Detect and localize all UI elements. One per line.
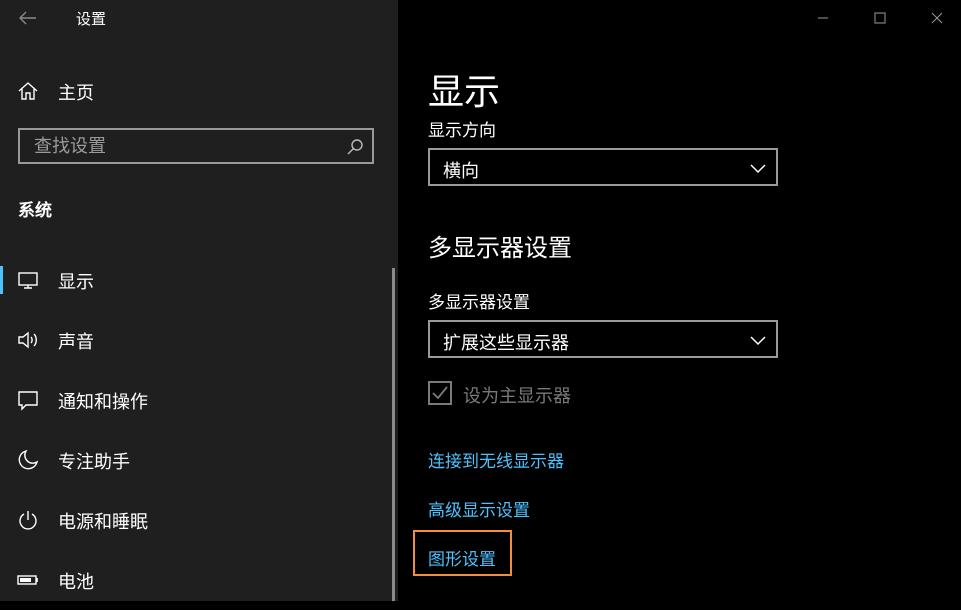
back-button[interactable]	[14, 6, 42, 30]
moon-icon	[18, 449, 39, 470]
sidebar-item-label: 声音	[58, 332, 94, 353]
chevron-down-icon	[750, 336, 766, 346]
sidebar-item-notifications[interactable]: 通知和操作	[0, 370, 392, 430]
advanced-display-link[interactable]: 高级显示设置	[428, 496, 530, 521]
checkmark-icon	[432, 386, 448, 400]
sidebar: 设置 主页 系统 显示 声音	[0, 0, 398, 601]
wireless-display-link[interactable]: 连接到无线显示器	[428, 447, 564, 472]
page-title: 显示	[428, 72, 501, 113]
orientation-label: 显示方向	[428, 121, 496, 141]
chevron-down-icon	[750, 164, 766, 174]
close-icon	[931, 12, 943, 24]
active-indicator	[0, 266, 3, 294]
minimize-icon	[818, 17, 828, 19]
nav-home[interactable]: 主页	[0, 70, 392, 110]
multi-display-value: 扩展这些显示器	[443, 333, 569, 354]
sidebar-item-label: 显示	[58, 272, 94, 293]
sidebar-item-battery[interactable]: 电池	[0, 550, 392, 610]
sidebar-item-label: 电源和睡眠	[58, 512, 148, 533]
sidebar-item-sound[interactable]: 声音	[0, 310, 392, 370]
back-arrow-icon	[19, 11, 36, 25]
nav-home-label: 主页	[58, 83, 94, 104]
primary-display-checkbox[interactable]	[428, 381, 452, 405]
sidebar-item-display[interactable]: 显示	[0, 250, 392, 310]
orientation-dropdown[interactable]: 横向	[428, 148, 778, 186]
maximize-button[interactable]	[857, 2, 903, 34]
search-input[interactable]	[20, 130, 344, 162]
search-box	[18, 128, 374, 164]
maximize-icon	[874, 12, 886, 24]
multi-display-label: 多显示器设置	[428, 293, 530, 313]
sidebar-item-label: 专注助手	[58, 452, 130, 473]
orientation-value: 横向	[443, 161, 479, 182]
close-button[interactable]	[914, 2, 960, 34]
primary-display-label: 设为主显示器	[463, 386, 571, 407]
section-label-system: 系统	[18, 201, 52, 221]
notification-icon	[18, 391, 38, 411]
multi-display-dropdown[interactable]: 扩展这些显示器	[428, 320, 778, 358]
nav-list: 显示 声音 通知和操作 专注助手 电源和睡眠 电池	[0, 250, 392, 610]
window-title: 设置	[76, 10, 107, 28]
graphics-settings-link[interactable]: 图形设置	[428, 545, 496, 570]
minimize-button[interactable]	[800, 2, 846, 34]
search-icon[interactable]	[346, 138, 364, 156]
power-icon	[19, 511, 37, 530]
monitor-icon	[18, 272, 38, 289]
sidebar-item-label: 通知和操作	[58, 392, 148, 413]
multi-display-heading: 多显示器设置	[428, 234, 572, 262]
home-icon	[18, 82, 38, 100]
speaker-icon	[18, 331, 37, 349]
sidebar-item-focus-assist[interactable]: 专注助手	[0, 430, 392, 490]
sidebar-scrollbar[interactable]	[392, 268, 395, 601]
battery-icon	[17, 575, 38, 585]
sidebar-item-power-sleep[interactable]: 电源和睡眠	[0, 490, 392, 550]
sidebar-item-label: 电池	[58, 572, 94, 593]
